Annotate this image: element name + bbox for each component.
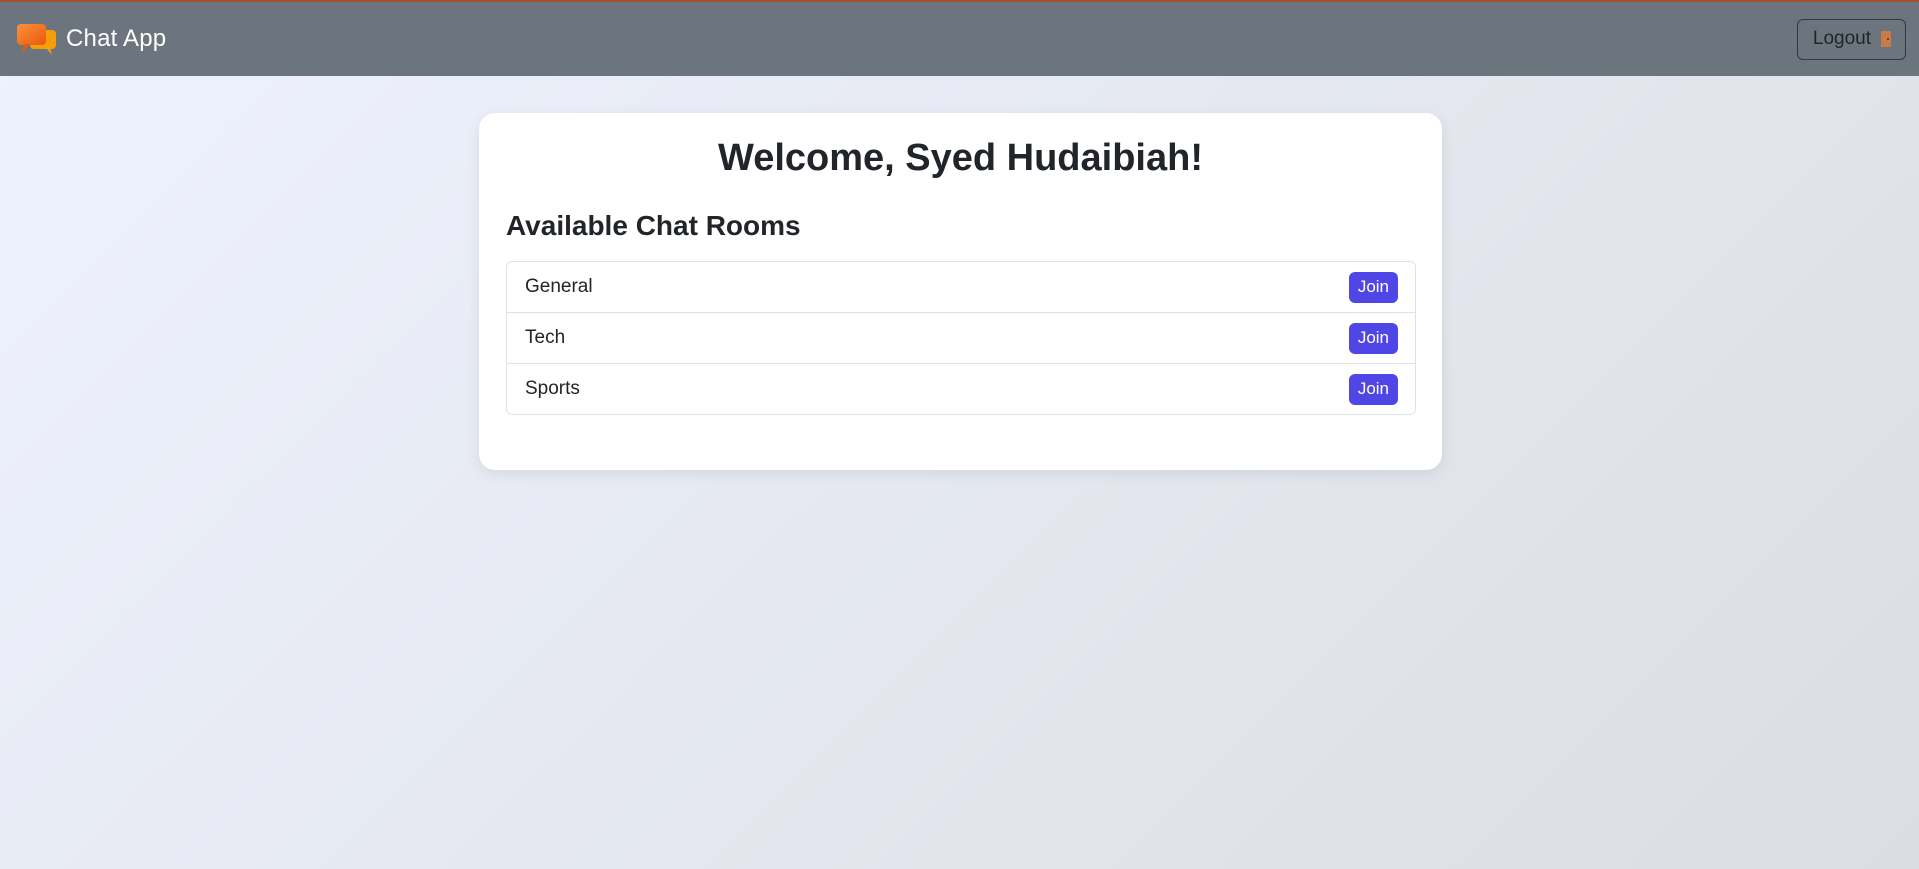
- room-item-tech: Tech Join: [506, 312, 1416, 364]
- room-item-sports: Sports Join: [506, 363, 1416, 415]
- brand-name: Chat App: [66, 25, 167, 52]
- door-icon: [1881, 31, 1891, 47]
- rooms-card: Welcome, Syed Hudaibiah! Available Chat …: [479, 113, 1442, 470]
- room-name: Sports: [525, 378, 580, 399]
- room-name: General: [525, 276, 593, 297]
- join-sports-button[interactable]: Join: [1348, 373, 1398, 405]
- room-item-general: General Join: [506, 261, 1416, 313]
- join-general-button[interactable]: Join: [1348, 271, 1398, 303]
- room-list: General Join Tech Join Sports Join: [506, 261, 1416, 415]
- top-navbar: Chat App Logout: [0, 0, 1919, 76]
- rooms-heading: Available Chat Rooms: [506, 210, 801, 241]
- logout-button[interactable]: Logout: [1796, 18, 1906, 60]
- logout-label: Logout: [1812, 28, 1871, 49]
- brand[interactable]: Chat App: [16, 21, 166, 57]
- welcome-heading: Welcome, Syed Hudaibiah!: [718, 137, 1203, 179]
- join-tech-button[interactable]: Join: [1348, 322, 1398, 354]
- room-name: Tech: [525, 327, 566, 348]
- chat-bubbles-icon: [16, 21, 58, 57]
